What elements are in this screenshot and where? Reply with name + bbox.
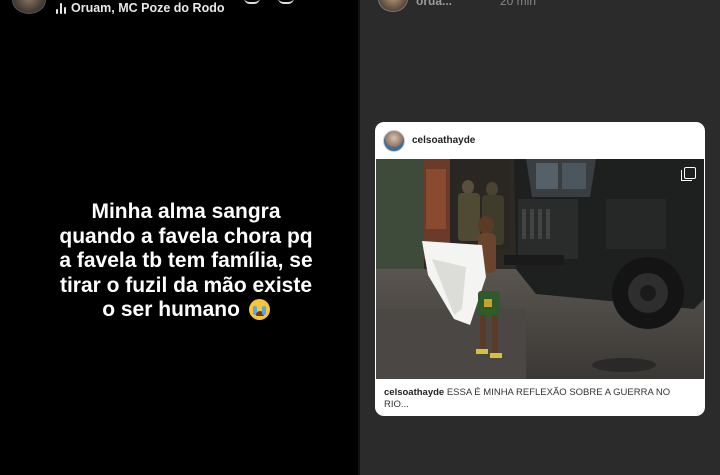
multiple-photos-icon <box>681 167 696 181</box>
post-photo-image <box>376 159 704 379</box>
post-header: celsoathayde <box>375 122 705 160</box>
pause-icon[interactable] <box>244 0 260 4</box>
right-more-icon[interactable]: ··· <box>640 0 662 8</box>
caption-line: o ser humano <box>102 298 240 321</box>
music-attribution-label: Oruam, MC Poze do Rodo <box>71 1 225 15</box>
post-caption-username[interactable]: celsoathayde <box>384 387 444 398</box>
loudly-crying-face-icon <box>248 299 270 320</box>
music-attribution[interactable]: Oruam, MC Poze do Rodo <box>56 1 224 15</box>
caption-line-last: o ser humano <box>36 298 336 323</box>
story-caption: Minha alma sangra quando a favela chora … <box>36 200 336 323</box>
shared-post-card[interactable]: celsoathayde celsoathayde ESSA É MINHA R… <box>375 122 705 416</box>
more-icon[interactable] <box>278 0 294 4</box>
post-photo[interactable] <box>376 159 704 379</box>
post-caption: celsoathayde ESSA É MINHA REFLEXÃO SOBRE… <box>384 387 696 411</box>
right-header-time: 20 min <box>500 0 537 8</box>
caption-line: a favela tb tem família, se <box>59 249 313 272</box>
post-author-username[interactable]: celsoathayde <box>412 135 475 146</box>
music-bars-icon <box>56 2 66 14</box>
post-author-avatar[interactable] <box>383 130 405 152</box>
right-header-username[interactable]: orua... <box>416 0 452 8</box>
caption-line: tirar o fuzil da mão existe <box>59 273 313 297</box>
caption-line: quando a favela chora pq <box>59 224 313 248</box>
caption-line: Minha alma sangra <box>91 200 281 223</box>
left-header-icons <box>244 0 294 4</box>
